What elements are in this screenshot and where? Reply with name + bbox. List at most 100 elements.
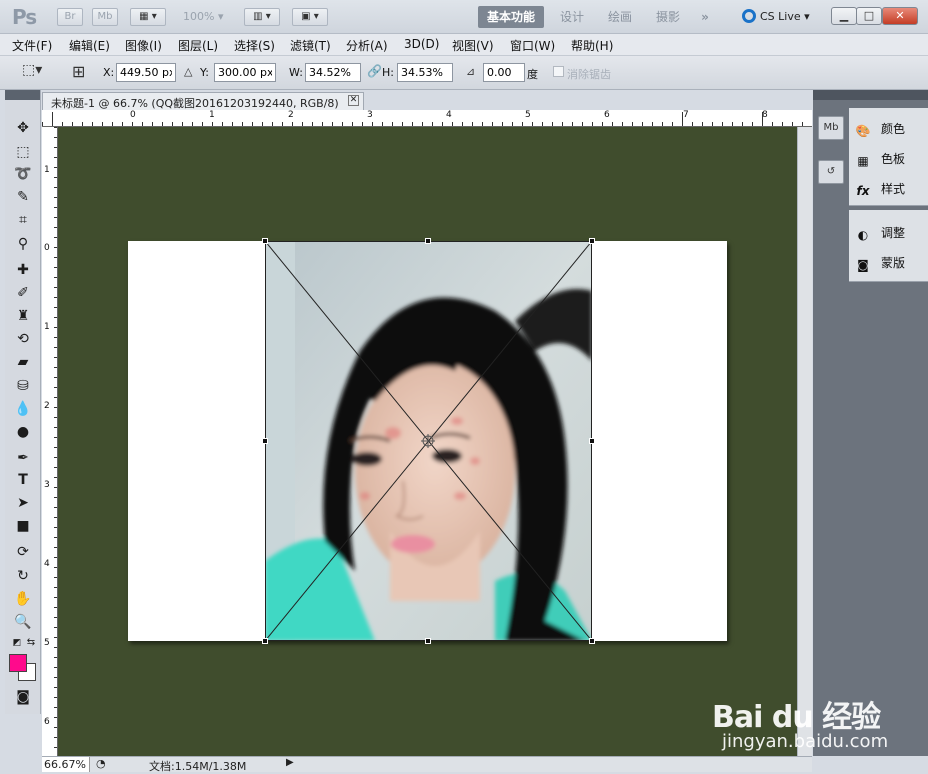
screen-mode-button[interactable]: ▣ ▾	[292, 8, 328, 26]
hand-tool-icon[interactable]: ✋	[13, 589, 33, 609]
menu-image[interactable]: 图像(I)	[125, 37, 162, 54]
type-tool-icon[interactable]: T	[13, 470, 33, 490]
3d-orbit-tool-icon[interactable]: ↻	[13, 566, 33, 586]
workspace-painting[interactable]: 绘画	[600, 6, 640, 28]
3d-rotate-tool-icon[interactable]: ⟳	[13, 542, 33, 562]
styles-panel-tab[interactable]: fx 样式	[855, 180, 906, 198]
ruler-tick	[54, 627, 57, 628]
eraser-tool-icon[interactable]: ▰	[13, 352, 33, 372]
rectangle-tool-icon[interactable]: ■	[13, 516, 33, 536]
mini-bridge-panel-button[interactable]: Mb	[818, 116, 844, 140]
y-position-input[interactable]	[214, 63, 276, 82]
move-tool-preset-icon[interactable]: ⬚▾	[22, 62, 42, 78]
menu-analysis[interactable]: 分析(A)	[346, 37, 388, 54]
workspace-design[interactable]: 设计	[552, 6, 592, 28]
menu-help[interactable]: 帮助(H)	[571, 37, 613, 54]
history-brush-tool-icon[interactable]: ⟲	[13, 329, 33, 349]
mini-bridge-button[interactable]: Mb	[92, 8, 118, 26]
zoom-level-dropdown[interactable]: 100% ▾	[183, 10, 223, 23]
height-input[interactable]	[397, 63, 453, 82]
tools-panel-header[interactable]	[5, 90, 40, 100]
bridge-button[interactable]: Br	[57, 8, 83, 26]
placed-photo[interactable]	[265, 241, 592, 641]
antialias-checkbox[interactable]	[553, 66, 564, 77]
transform-handle-top-right[interactable]	[589, 238, 595, 244]
healing-brush-tool-icon[interactable]: ✚	[13, 260, 33, 280]
relative-position-icon[interactable]: △	[184, 65, 192, 78]
menu-layer[interactable]: 图层(L)	[178, 37, 218, 54]
transform-handle-left[interactable]	[262, 438, 268, 444]
dodge-tool-icon[interactable]: ●	[13, 422, 33, 442]
workspace-photography[interactable]: 摄影	[648, 6, 688, 28]
history-panel-button[interactable]: ↺	[818, 160, 844, 184]
crop-tool-icon[interactable]: ⌗	[13, 210, 33, 230]
status-menu-arrow-icon[interactable]: ▶	[286, 757, 296, 768]
menu-window[interactable]: 窗口(W)	[510, 37, 555, 54]
quick-mask-icon[interactable]: ◙	[13, 687, 33, 707]
ruler-tick	[54, 287, 57, 288]
horizontal-ruler[interactable]: 0 1 2 3 4 5 6 7 8	[42, 110, 812, 127]
clone-stamp-tool-icon[interactable]: ♜	[13, 306, 33, 326]
vertical-scrollbar[interactable]	[797, 127, 812, 756]
swatches-panel-tab[interactable]: ▦ 色板	[855, 150, 905, 168]
ruler-top-label: 3	[367, 110, 373, 120]
cs-live-menu[interactable]: CS Live ▾	[742, 9, 810, 23]
zoom-tool-icon[interactable]: 🔍	[13, 612, 33, 632]
menu-file[interactable]: 文件(F)	[12, 37, 52, 54]
eyedropper-tool-icon[interactable]: ⚲	[13, 234, 33, 254]
ruler-tick	[292, 122, 293, 126]
color-panel-tab[interactable]: 🎨 颜色	[855, 120, 906, 138]
ruler-tick	[182, 122, 183, 126]
width-input[interactable]	[305, 63, 361, 82]
transform-handle-right[interactable]	[589, 438, 595, 444]
status-info-icon[interactable]: ◔	[96, 757, 106, 770]
brush-tool-icon[interactable]: ✐	[13, 283, 33, 303]
masks-panel-tab[interactable]: ◙ 蒙版	[855, 254, 905, 272]
status-zoom-field[interactable]: 66.67%	[42, 757, 90, 772]
dock-collapsed-header[interactable]	[813, 90, 849, 100]
reference-point-icon[interactable]: ⊞	[72, 62, 85, 81]
move-tool-icon[interactable]: ✥	[13, 118, 33, 138]
transform-handle-bottom[interactable]	[425, 638, 431, 644]
ruler-tick	[322, 122, 323, 126]
vertical-ruler[interactable]: 1 0 1 2 3 4 5 6	[42, 127, 58, 756]
pen-tool-icon[interactable]: ✒	[13, 448, 33, 468]
foreground-color-swatch-front[interactable]	[9, 654, 27, 672]
close-document-icon[interactable]: ✕	[348, 95, 359, 106]
transform-handle-top[interactable]	[425, 238, 431, 244]
ruler-tick	[54, 597, 57, 598]
transform-handle-bottom-left[interactable]	[262, 638, 268, 644]
workspace-essentials[interactable]: 基本功能	[478, 6, 544, 28]
close-button[interactable]: ✕	[882, 7, 918, 25]
minimize-button[interactable]: ▁	[831, 7, 857, 25]
ruler-tick	[102, 122, 103, 126]
document-tab[interactable]: 未标题-1 @ 66.7% (QQ截图20161203192440, RGB/8…	[42, 92, 364, 110]
link-icon[interactable]: 🔗	[367, 64, 382, 78]
adjustments-panel-tab[interactable]: ◐ 调整	[855, 224, 905, 242]
x-position-input[interactable]	[116, 63, 176, 82]
more-workspaces-button[interactable]: »	[694, 6, 716, 28]
view-extras-button[interactable]: ▦ ▾	[130, 8, 166, 26]
menu-select[interactable]: 选择(S)	[234, 37, 275, 54]
arrange-documents-button[interactable]: ▥ ▾	[244, 8, 280, 26]
menu-3d[interactable]: 3D(D)	[404, 37, 439, 51]
dock-expanded-header[interactable]	[849, 90, 928, 100]
menu-edit[interactable]: 编辑(E)	[69, 37, 110, 54]
swap-colors-icon[interactable]: ⇆	[21, 633, 41, 653]
maximize-button[interactable]: □	[856, 7, 882, 25]
lasso-tool-icon[interactable]: ➰	[13, 164, 33, 184]
path-selection-tool-icon[interactable]: ➤	[13, 493, 33, 513]
ruler-tick	[54, 137, 57, 138]
ruler-tick	[54, 647, 57, 648]
transform-handle-bottom-right[interactable]	[589, 638, 595, 644]
menu-view[interactable]: 视图(V)	[452, 37, 494, 54]
menu-filter[interactable]: 滤镜(T)	[290, 37, 331, 54]
blur-tool-icon[interactable]: 💧	[13, 399, 33, 419]
paint-bucket-tool-icon[interactable]: ⛁	[13, 376, 33, 396]
width-label: W:	[289, 66, 303, 79]
rotate-angle-input[interactable]	[483, 63, 525, 82]
marquee-tool-icon[interactable]: ⬚	[13, 142, 33, 162]
transform-handle-top-left[interactable]	[262, 238, 268, 244]
panel-dock-collapsed	[813, 90, 849, 756]
quick-selection-tool-icon[interactable]: ✎	[13, 187, 33, 207]
